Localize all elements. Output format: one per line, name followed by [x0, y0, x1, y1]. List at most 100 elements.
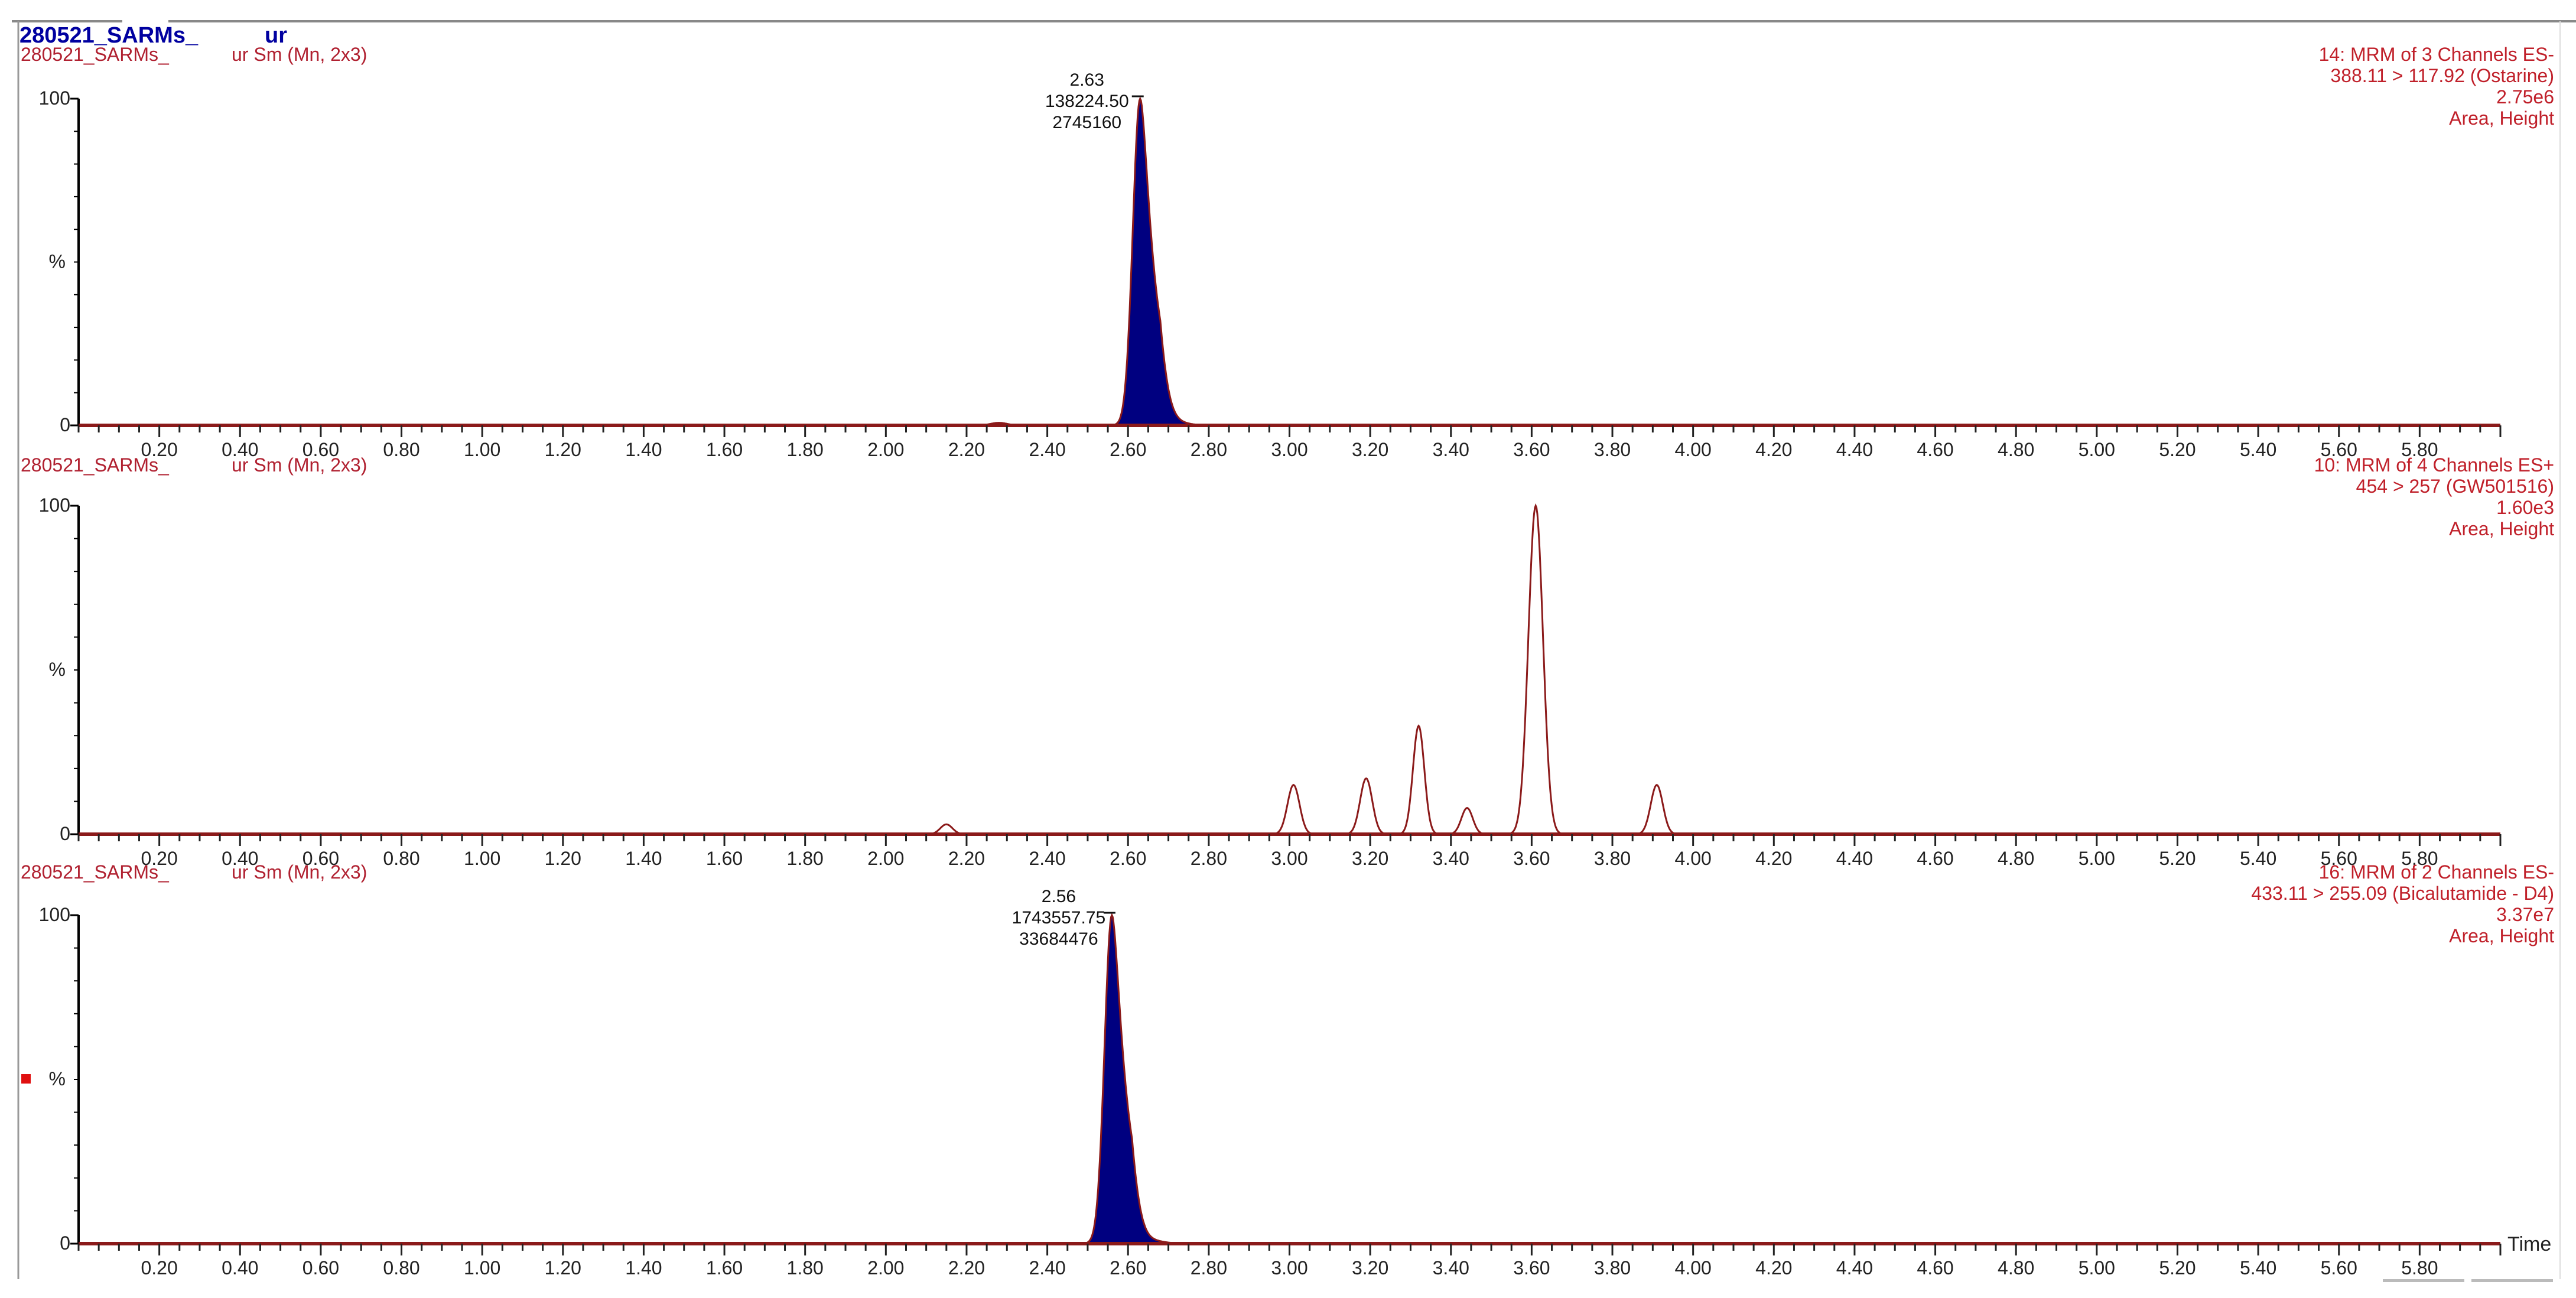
sample-name: 280521_SARMs_ [21, 44, 170, 65]
peak-area-fill [79, 99, 2500, 425]
channel-info-line: 433.11 > 255.09 (Bicalutamide - D4) [2251, 883, 2554, 904]
x-tick-label: 1.60 [706, 848, 743, 869]
y-axis-label: % [49, 659, 66, 680]
x-tick-label: 4.40 [1836, 439, 1873, 460]
x-tick-label: 2.40 [1029, 439, 1065, 460]
x-tick-label: 4.20 [1755, 439, 1792, 460]
x-tick-label: 2.40 [1029, 1257, 1065, 1279]
x-tick-label: 3.80 [1594, 439, 1631, 460]
x-tick-label: 5.40 [2240, 439, 2276, 460]
selected-trace-marker[interactable] [21, 1074, 31, 1084]
x-tick-label: 2.20 [948, 439, 985, 460]
y-tick-label: 100 [39, 904, 70, 925]
x-tick-label: 2.20 [948, 848, 985, 869]
y-tick-label: 0 [60, 1232, 70, 1254]
sample-name: 280521_SARMs_ [21, 861, 170, 883]
x-tick-label: 0.80 [383, 1257, 419, 1279]
x-tick-label: 5.20 [2159, 848, 2196, 869]
channel-info-line: 388.11 > 117.92 (Ostarine) [2330, 65, 2554, 86]
x-tick-label: 4.80 [1998, 1257, 2034, 1279]
x-tick-label: 2.40 [1029, 848, 1065, 869]
chromatogram-panel-1: 280521_SARMs_ ur Sm (Mn, 2x3) 14: MRM of 3… [21, 44, 2554, 460]
y-axis-label: % [49, 1068, 66, 1089]
x-tick-label: 4.00 [1675, 848, 1712, 869]
x-tick-label: 3.40 [1433, 1257, 1469, 1279]
x-tick-label: 0.40 [222, 1257, 258, 1279]
chromatogram-panel-2: 280521_SARMs_ ur Sm (Mn, 2x3) 10: MRM of 4… [21, 454, 2554, 869]
chromatogram-trace[interactable] [79, 503, 2500, 835]
x-tick-label: 3.00 [1271, 848, 1307, 869]
sample-description: ur Sm (Mn, 2x3) [232, 44, 367, 65]
peak-height-label: 33684476 [1019, 929, 1098, 949]
x-tick-label: 2.80 [1191, 439, 1227, 460]
x-tick-label: 1.60 [706, 1257, 743, 1279]
x-tick-label: 3.00 [1271, 439, 1307, 460]
x-tick-label: 3.60 [1513, 1257, 1550, 1279]
peak-area-label: 1743557.75 [1012, 908, 1106, 928]
x-tick-label: 3.00 [1271, 1257, 1307, 1279]
sample-name: 280521_SARMs_ [21, 454, 170, 476]
x-tick-label: 5.00 [2079, 848, 2115, 869]
x-tick-label: 0.80 [383, 848, 419, 869]
x-tick-label: 4.40 [1836, 1257, 1873, 1279]
x-tick-label: 2.80 [1191, 848, 1227, 869]
x-tick-label: 1.00 [464, 439, 500, 460]
channel-info-line: 10: MRM of 4 Channels ES+ [2314, 454, 2554, 476]
x-tick-label: 3.20 [1352, 1257, 1388, 1279]
channel-info-line: 14: MRM of 3 Channels ES- [2319, 44, 2554, 65]
peak-rt-label: 2.63 [1070, 70, 1104, 90]
x-tick-label: 3.20 [1352, 439, 1388, 460]
scrollbar-thumb-left[interactable] [2383, 1279, 2464, 1282]
x-tick-label: 1.80 [787, 848, 824, 869]
y-axis-label: % [49, 251, 66, 272]
x-tick-label: 2.00 [867, 848, 904, 869]
channel-info-line: Area, Height [2449, 925, 2554, 946]
x-tick-label: 3.60 [1513, 848, 1550, 869]
x-tick-label: 2.60 [1110, 848, 1146, 869]
y-tick-label: 0 [60, 823, 70, 844]
x-tick-label: 3.20 [1352, 848, 1388, 869]
x-tick-label: 1.40 [625, 848, 662, 869]
x-tick-label: 4.80 [1998, 439, 2034, 460]
x-tick-label: 4.20 [1755, 1257, 1792, 1279]
channel-info-line: Area, Height [2449, 518, 2554, 539]
x-tick-label: 5.40 [2240, 1257, 2276, 1279]
y-tick-label: 100 [39, 87, 70, 109]
x-tick-label: 4.60 [1917, 848, 1953, 869]
chromatogram-trace[interactable] [79, 913, 2500, 1245]
y-tick-label: 100 [39, 495, 70, 516]
sample-description: ur Sm (Mn, 2x3) [232, 861, 367, 883]
channel-info-line: 454 > 257 (GW501516) [2356, 476, 2554, 497]
x-tick-label: 0.20 [141, 1257, 177, 1279]
x-tick-label: 2.00 [867, 1257, 904, 1279]
x-tick-label: 3.80 [1594, 848, 1631, 869]
x-tick-label: 3.80 [1594, 1257, 1631, 1279]
x-tick-label: 5.80 [2401, 1257, 2438, 1279]
x-tick-label: 5.40 [2240, 848, 2276, 869]
x-tick-label: 1.00 [464, 848, 500, 869]
x-tick-label: 2.80 [1191, 1257, 1227, 1279]
chromatogram-window: 280521_SARMs_ ur 280521_SARMs_ ur Sm (Mn,… [12, 20, 2576, 1282]
x-tick-label: 0.80 [383, 439, 419, 460]
x-tick-label: 4.80 [1998, 848, 2034, 869]
x-tick-label: 5.00 [2079, 439, 2115, 460]
y-tick-label: 0 [60, 414, 70, 435]
x-tick-label: 3.40 [1433, 439, 1469, 460]
x-tick-label: 3.60 [1513, 439, 1550, 460]
x-tick-label: 2.60 [1110, 1257, 1146, 1279]
sample-description: ur Sm (Mn, 2x3) [232, 454, 367, 476]
channel-info-line: 2.75e6 [2496, 86, 2554, 108]
x-tick-label: 4.20 [1755, 848, 1792, 869]
channel-info-line: Area, Height [2449, 108, 2554, 129]
channel-info-line: 3.37e7 [2496, 904, 2554, 925]
x-tick-label: 4.60 [1917, 439, 1953, 460]
x-tick-label: 1.40 [625, 1257, 662, 1279]
x-axis-label: Time [2507, 1233, 2551, 1255]
x-tick-label: 1.20 [545, 848, 581, 869]
x-tick-label: 5.60 [2321, 1257, 2357, 1279]
x-tick-label: 1.20 [545, 1257, 581, 1279]
chromatogram-trace[interactable] [79, 96, 2500, 427]
scrollbar-thumb-right[interactable] [2471, 1279, 2553, 1282]
x-tick-label: 5.00 [2079, 1257, 2115, 1279]
x-tick-label: 3.40 [1433, 848, 1469, 869]
